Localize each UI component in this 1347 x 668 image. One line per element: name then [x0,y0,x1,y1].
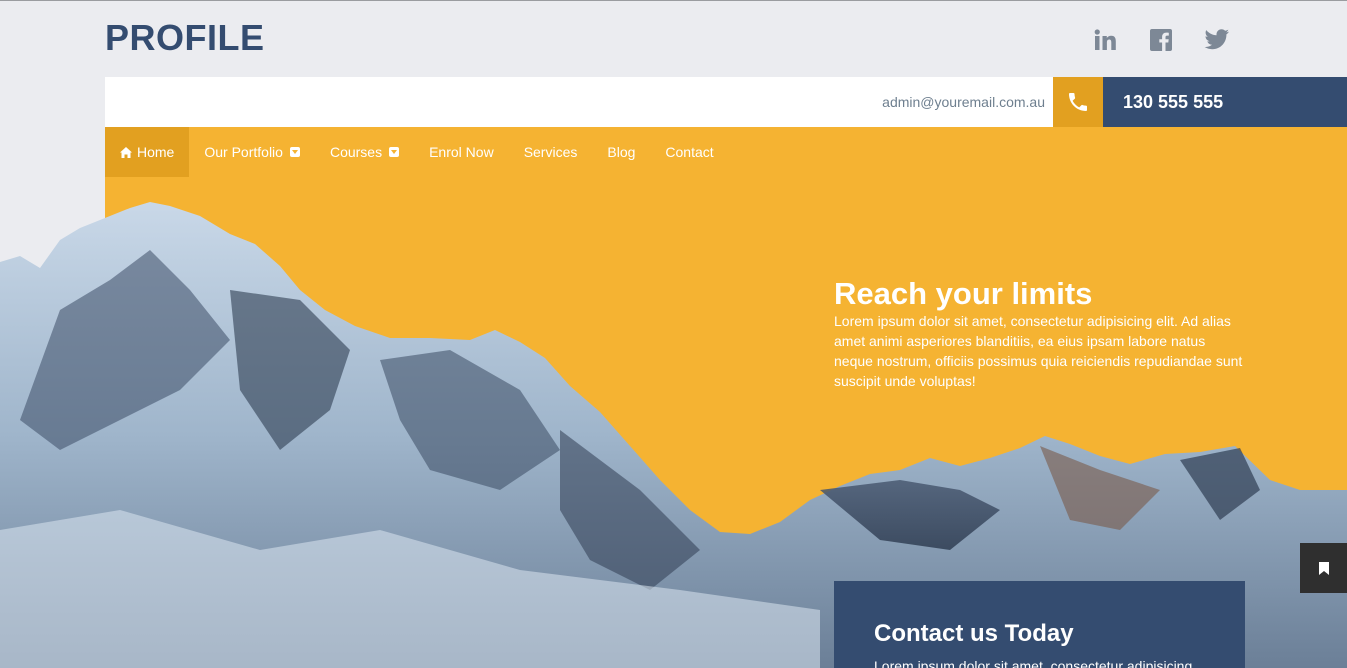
dropdown-icon [389,147,400,157]
nav-label: Services [523,144,578,160]
nav-item-courses[interactable]: Courses [315,127,414,177]
nav-item-blog[interactable]: Blog [592,127,650,177]
twitter-icon[interactable] [1202,26,1232,54]
nav-label: Contact [665,144,714,160]
nav-label: Our Portfolio [204,144,283,160]
nav-label: Enrol Now [429,144,494,160]
bookmark-icon [1318,561,1329,575]
phone-icon [1053,77,1103,127]
nav-label: Blog [607,144,636,160]
contact-card-text: Lorem ipsum dolor sit amet, consectetur … [874,658,1193,668]
nav-item-home[interactable]: Home [105,127,190,177]
site-logo[interactable]: PROFILE [105,18,265,58]
nav-label: Courses [329,144,383,160]
contact-card-title: Contact us Today [874,620,1074,647]
nav-item-our-portfolio[interactable]: Our Portfolio [189,127,315,177]
linkedin-icon[interactable] [1092,26,1120,54]
email-link[interactable]: admin@youremail.com.au [882,77,1045,127]
nav-label: Home [137,144,175,160]
main-nav: Home Our Portfolio Courses Enrol Now Ser… [105,127,729,177]
hero-title: Reach your limits [834,276,1093,311]
facebook-icon[interactable] [1148,26,1174,54]
hero-text: Lorem ipsum dolor sit amet, consectetur … [834,313,1243,389]
bookmark-button[interactable] [1300,543,1347,593]
home-icon [120,146,132,158]
phone-number[interactable]: 130 555 555 [1103,77,1347,127]
nav-item-enrol-now[interactable]: Enrol Now [414,127,509,177]
nav-item-services[interactable]: Services [509,127,593,177]
top-border [0,0,1347,1]
dropdown-icon [289,147,300,157]
contact-bar: admin@youremail.com.au 130 555 555 [105,77,1347,127]
nav-item-contact[interactable]: Contact [650,127,728,177]
contact-card: Contact us Today Lorem ipsum dolor sit a… [834,581,1245,668]
